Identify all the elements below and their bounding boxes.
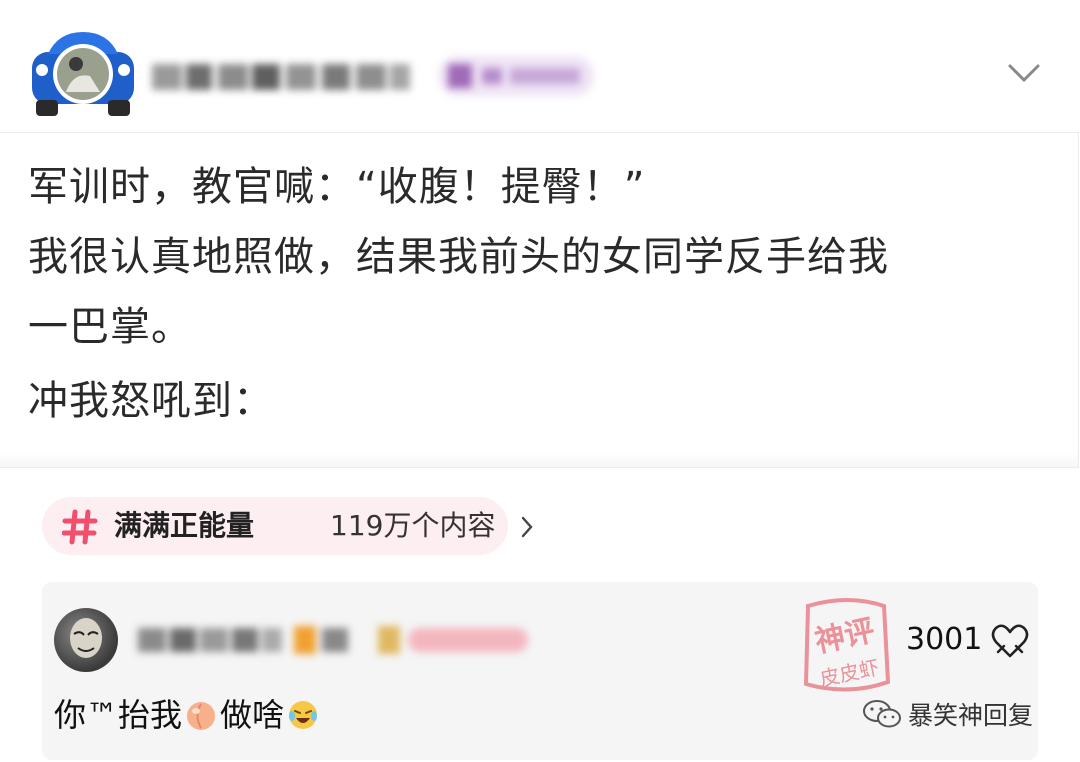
post-line: 一巴掌。 (28, 304, 192, 350)
topic-count: 119万个内容 (330, 509, 496, 542)
post-content: 军训时，教官喊：“收腹！提臀！” 我很认真地照做，结果我前头的女同学反手给我 一… (0, 132, 1079, 468)
watermark-label: 暴笑神回复 (908, 701, 1034, 730)
post-line: 冲我怒吼到： (28, 378, 274, 424)
peach-emoji-icon (187, 702, 216, 730)
topic-name: 满满正能量 (114, 509, 255, 542)
post-line: 军训时，教官喊：“收腹！提臀！” (28, 164, 646, 210)
like-hands-icon[interactable] (990, 622, 1030, 660)
comment-text-after: 做啥 (220, 696, 285, 734)
like-count: 3001 (906, 622, 983, 657)
post-fade (0, 453, 1078, 467)
featured-comment-stamp: 神评 皮皮虾 (803, 598, 891, 692)
user-badge-blurred (438, 56, 594, 96)
crying-laughing-emoji-icon (289, 701, 318, 729)
top-comment: 神评 皮皮虾 3001 你™抬我 做啥 暴笑神回复 (42, 582, 1038, 760)
commenter-name-blurred[interactable] (138, 624, 528, 656)
wechat-watermark: 暴笑神回复 (862, 694, 1033, 734)
comment-text-before: 你™抬我 (54, 696, 183, 734)
wechat-icon (863, 700, 901, 728)
post-line: 我很认真地照做，结果我前头的女同学反手给我 (28, 234, 889, 280)
chevron-down-icon[interactable] (1006, 60, 1042, 86)
user-avatar[interactable] (28, 26, 138, 118)
stamp-text-top: 神评 (812, 613, 878, 660)
topic-tag[interactable]: 满满正能量 119万个内容 (42, 497, 533, 555)
chevron-right-icon (521, 516, 533, 538)
comment-text: 你™抬我 做啥 (54, 694, 322, 736)
post-header (0, 0, 1080, 132)
commenter-avatar[interactable] (54, 608, 118, 672)
hash-icon (62, 509, 98, 545)
username-blurred[interactable] (152, 58, 410, 96)
